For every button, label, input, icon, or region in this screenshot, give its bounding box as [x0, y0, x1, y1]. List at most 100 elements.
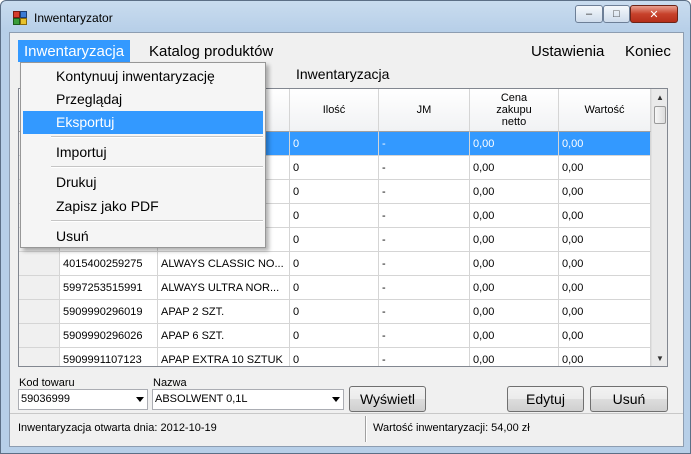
cell-price[interactable]: 0,00: [470, 132, 559, 156]
status-divider: [365, 416, 367, 442]
row-header-cell[interactable]: [19, 300, 60, 324]
show-button[interactable]: Wyświetl: [349, 386, 426, 412]
cell-value[interactable]: 0,00: [559, 180, 651, 204]
cell-unit[interactable]: -: [379, 348, 470, 366]
cell-price[interactable]: 0,00: [470, 276, 559, 300]
menu-item-przegladaj[interactable]: Przeglądaj: [23, 88, 263, 111]
cell-value[interactable]: 0,00: [559, 156, 651, 180]
menu-item-eksportuj[interactable]: Eksportuj: [23, 111, 263, 134]
row-header-cell[interactable]: [19, 276, 60, 300]
menu-item-kontynuuj[interactable]: Kontynuuj inwentaryzację: [23, 65, 263, 88]
cell-value[interactable]: 0,00: [559, 252, 651, 276]
cell-price[interactable]: 0,00: [470, 204, 559, 228]
menu-item-usun[interactable]: Usuń: [23, 225, 263, 248]
menu-inwentaryzacja[interactable]: Inwentaryzacja: [18, 40, 131, 62]
menu-koniec[interactable]: Koniec: [619, 40, 677, 62]
app-window: Inwentaryzator – □ ✕ Inwentaryzacja Kata…: [0, 0, 691, 454]
row-header-cell[interactable]: [19, 252, 60, 276]
menu-separator: [51, 220, 263, 222]
cell-value[interactable]: 0,00: [559, 300, 651, 324]
status-inventory-value: Wartość inwentaryzacji: 54,00 zł: [373, 422, 530, 434]
table-row[interactable]: 5997253515991 ALWAYS ULTRA NOR... 0-0,00 0,…: [19, 276, 651, 300]
table-row[interactable]: 5909990296019 APAP 2 SZT. 0-0,00 0,00: [19, 300, 651, 324]
cell-price[interactable]: 0,00: [470, 180, 559, 204]
cell-unit[interactable]: -: [379, 252, 470, 276]
cell-code[interactable]: 5909991107123: [60, 348, 158, 366]
title-bar[interactable]: Inwentaryzator – □ ✕: [1, 1, 690, 33]
chevron-down-icon[interactable]: [136, 397, 144, 402]
cell-code[interactable]: 5909990296019: [60, 300, 158, 324]
minimize-button[interactable]: –: [575, 5, 603, 23]
cell-name[interactable]: APAP 2 SZT.: [158, 300, 290, 324]
menu-item-zapisz-pdf[interactable]: Zapisz jako PDF: [23, 195, 263, 218]
cell-price[interactable]: 0,00: [470, 300, 559, 324]
cell-price[interactable]: 0,00: [470, 348, 559, 366]
cell-qty[interactable]: 0: [290, 348, 379, 366]
table-row[interactable]: 5909991107123 APAP EXTRA 10 SZTUK 0-0,00 0,…: [19, 348, 651, 366]
cell-unit[interactable]: -: [379, 276, 470, 300]
cell-value[interactable]: 0,00: [559, 204, 651, 228]
app-icon: [13, 11, 27, 25]
menu-item-importuj[interactable]: Importuj: [23, 141, 263, 164]
vertical-scrollbar[interactable]: ▲ ▼: [651, 89, 667, 366]
cell-code[interactable]: 4015400259275: [60, 252, 158, 276]
menu-item-drukuj[interactable]: Drukuj: [23, 171, 263, 194]
cell-qty[interactable]: 0: [290, 324, 379, 348]
cell-value[interactable]: 0,00: [559, 276, 651, 300]
status-opened-date: Inwentaryzacja otwarta dnia: 2012-10-19: [18, 422, 217, 434]
delete-button[interactable]: Usuń: [590, 386, 668, 412]
menu-separator: [51, 166, 263, 168]
cell-value[interactable]: 0,00: [559, 348, 651, 366]
cell-qty[interactable]: 0: [290, 252, 379, 276]
cell-qty[interactable]: 0: [290, 276, 379, 300]
name-combobox[interactable]: ABSOLWENT 0,1L: [152, 389, 344, 410]
cell-unit[interactable]: -: [379, 300, 470, 324]
column-header-unit[interactable]: JM: [379, 89, 470, 132]
cell-code[interactable]: 5909990296026: [60, 324, 158, 348]
table-row[interactable]: 4015400259275 ALWAYS CLASSIC NO... 0-0,00 0…: [19, 252, 651, 276]
cell-value[interactable]: 0,00: [559, 228, 651, 252]
inwentaryzacja-dropdown-menu: Kontynuuj inwentaryzację Przeglądaj Eksp…: [20, 62, 266, 248]
cell-value[interactable]: 0,00: [559, 132, 651, 156]
cell-unit[interactable]: -: [379, 228, 470, 252]
maximize-button[interactable]: □: [603, 5, 630, 23]
column-header-qty[interactable]: Ilość: [290, 89, 379, 132]
row-header-cell[interactable]: [19, 348, 60, 366]
table-row[interactable]: 5909990296026 APAP 6 SZT. 0-0,00 0,00: [19, 324, 651, 348]
cell-qty[interactable]: 0: [290, 132, 379, 156]
cell-name[interactable]: ALWAYS ULTRA NOR...: [158, 276, 290, 300]
cell-qty[interactable]: 0: [290, 156, 379, 180]
cell-qty[interactable]: 0: [290, 180, 379, 204]
cell-unit[interactable]: -: [379, 324, 470, 348]
menu-ustawienia[interactable]: Ustawienia: [525, 40, 610, 62]
cell-unit[interactable]: -: [379, 156, 470, 180]
edit-button[interactable]: Edytuj: [507, 386, 584, 412]
cell-value[interactable]: 0,00: [559, 324, 651, 348]
cell-price[interactable]: 0,00: [470, 156, 559, 180]
row-header-cell[interactable]: [19, 324, 60, 348]
cell-unit[interactable]: -: [379, 180, 470, 204]
chevron-down-icon[interactable]: [332, 397, 340, 402]
menu-bar: Inwentaryzacja Katalog produktów Ustawie…: [10, 33, 683, 65]
column-header-price[interactable]: Cena zakupu netto: [470, 89, 559, 132]
cell-unit[interactable]: -: [379, 204, 470, 228]
cell-price[interactable]: 0,00: [470, 324, 559, 348]
close-button[interactable]: ✕: [630, 5, 678, 23]
cell-name[interactable]: APAP EXTRA 10 SZTUK: [158, 348, 290, 366]
cell-name[interactable]: ALWAYS CLASSIC NO...: [158, 252, 290, 276]
scroll-up-icon[interactable]: ▲: [652, 89, 667, 105]
cell-price[interactable]: 0,00: [470, 252, 559, 276]
scroll-thumb[interactable]: [654, 106, 666, 124]
code-combobox[interactable]: 59036999: [18, 389, 148, 410]
cell-name[interactable]: APAP 6 SZT.: [158, 324, 290, 348]
cell-unit[interactable]: -: [379, 132, 470, 156]
code-value: 59036999: [21, 393, 70, 405]
cell-qty[interactable]: 0: [290, 204, 379, 228]
cell-price[interactable]: 0,00: [470, 228, 559, 252]
cell-qty[interactable]: 0: [290, 228, 379, 252]
cell-code[interactable]: 5997253515991: [60, 276, 158, 300]
cell-qty[interactable]: 0: [290, 300, 379, 324]
menu-katalog-produktow[interactable]: Katalog produktów: [143, 40, 279, 62]
scroll-down-icon[interactable]: ▼: [652, 350, 667, 366]
column-header-value[interactable]: Wartość: [559, 89, 651, 132]
